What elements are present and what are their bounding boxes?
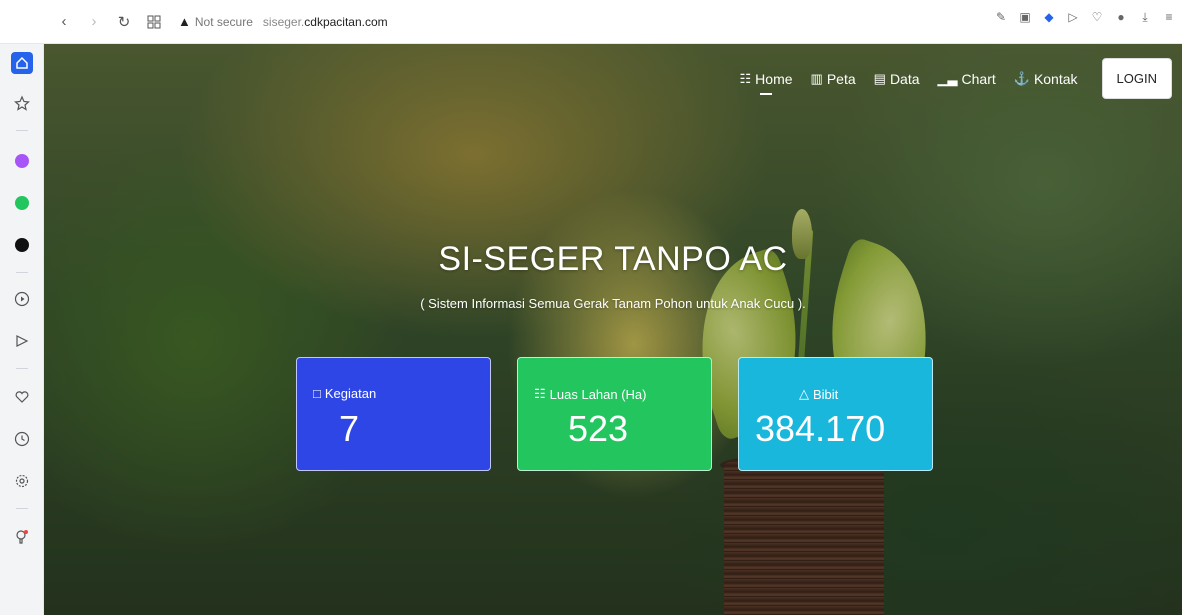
shield-icon[interactable]: ◆ [1042,10,1056,24]
avatar-icon[interactable]: ● [1114,10,1128,24]
security-label: Not secure [194,14,253,29]
grid-icon[interactable] [142,10,166,34]
browser-toolbar: ‹ › ↻ ▲ Not secure siseger.cdkpacitan.co… [0,0,1182,44]
nav-home[interactable]: ☷ Home [739,70,793,95]
heart-icon[interactable]: ♡ [1090,10,1104,24]
warning-icon: ▲ [178,14,191,29]
hero-section: ☷ Home ▥ Peta ▤ Data ▁▃ Chart ⚓ Kontak L… [44,44,1182,615]
nav-chart[interactable]: ▁▃ Chart [938,71,996,87]
stat-card-kegiatan[interactable]: □ Kegiatan 7 [296,357,491,471]
page-title: SI-SEGER TANPO AC [438,240,788,278]
play-icon[interactable] [11,288,33,310]
stat-value: 7 [339,408,360,449]
download-icon[interactable]: ⤓ [1138,10,1152,24]
stat-card-luas-lahan[interactable]: ☷ Luas Lahan (Ha) 523 [517,357,712,471]
bar-chart-icon: ▁▃ [937,70,958,86]
url-text: siseger.cdkpacitan.com [262,14,388,29]
menu-icon[interactable]: ≡ [1162,10,1176,24]
book-icon: □ [313,386,321,401]
camera-icon[interactable]: ▣ [1018,10,1032,24]
settings-icon[interactable] [11,470,33,492]
stat-card-bibit[interactable]: △ Bibit 384.170 [738,357,933,471]
stat-value: 384.170 [755,408,886,449]
map-icon: ▥ [810,70,823,86]
messenger-icon[interactable] [11,150,33,172]
login-button[interactable]: LOGIN [1101,58,1172,99]
forward-icon[interactable]: › [82,10,106,34]
bell-icon: △ [799,386,809,401]
lightbulb-icon[interactable] [11,526,33,548]
whatsapp-icon[interactable] [11,192,33,214]
stat-label: Luas Lahan (Ha) [549,386,647,402]
file-icon: ▤ [873,70,886,86]
home-tab-icon[interactable] [11,52,33,74]
hero-overlay [44,44,1182,615]
star-icon[interactable] [11,92,33,114]
edit-icon[interactable]: ✎ [994,10,1008,24]
address-bar[interactable]: ▲ Not secure siseger.cdkpacitan.com [178,14,388,29]
anchor-icon: ⚓ [1013,70,1030,86]
back-icon[interactable]: ‹ [52,10,76,34]
nav-peta[interactable]: ▥ Peta [811,71,856,87]
send-icon[interactable] [11,330,33,352]
chart-icon: ☷ [739,70,752,86]
stat-label: Kegiatan [324,386,377,401]
stat-label: Bibit [813,386,839,402]
nav-data[interactable]: ▤ Data [874,71,920,87]
tiktok-icon[interactable] [11,234,33,256]
browser-sidebar [0,44,44,615]
nav-kontak[interactable]: ⚓ Kontak [1014,71,1078,87]
grid-icon: ☷ [534,386,546,401]
clock-icon[interactable] [11,428,33,450]
heart-icon[interactable] [11,386,33,408]
browser-tools: ✎ ▣ ◆ ▷ ♡ ● ⤓ ≡ [994,10,1176,25]
stat-value: 523 [568,408,629,449]
page-subtitle: ( Sistem Informasi Semua Gerak Tanam Poh… [420,296,806,311]
reload-icon[interactable]: ↻ [112,10,136,34]
send-icon[interactable]: ▷ [1066,10,1080,24]
main-nav: ☷ Home ▥ Peta ▤ Data ▁▃ Chart ⚓ Kontak L… [740,58,1172,99]
